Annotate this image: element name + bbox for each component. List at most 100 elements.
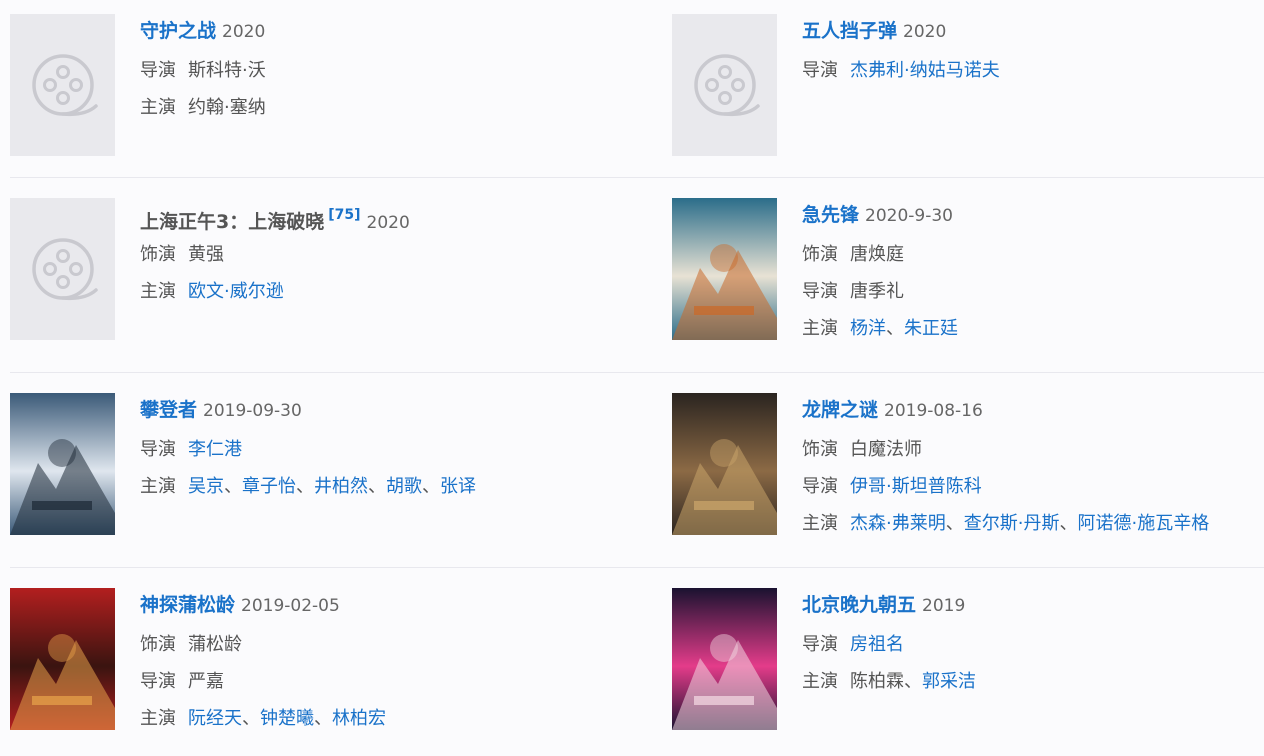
person-link[interactable]: 钟楚曦 [260, 708, 314, 729]
person-link[interactable]: 张译 [440, 476, 476, 497]
credit-label: 导演 [802, 634, 838, 655]
person-name: 蒲松龄 [188, 634, 242, 655]
poster-artwork [672, 588, 777, 730]
release-date: 2020 [903, 22, 947, 42]
person-link[interactable]: 伊哥·斯坦普陈科 [850, 476, 982, 497]
person-link[interactable]: 林柏宏 [332, 708, 386, 729]
person-link[interactable]: 吴京 [188, 476, 224, 497]
person-name: 陈柏霖 [850, 671, 904, 692]
credit-label: 导演 [802, 476, 838, 497]
credit-row: 导演 杰弗利·纳姑马诺夫 [802, 52, 1000, 89]
poster-artwork [672, 198, 777, 340]
credit-row: 主演 吴京、章子怡、井柏然、胡歌、张译 [140, 468, 476, 505]
movie-info: 北京晚九朝五 2019 导演 房祖名主演 陈柏霖、郭采洁 [802, 588, 976, 700]
person-link[interactable]: 阿诺德·施瓦辛格 [1077, 513, 1209, 534]
credit-label: 主演 [140, 281, 176, 302]
credit-label: 导演 [140, 671, 176, 692]
movie-poster[interactable] [672, 588, 777, 730]
title-spacer [802, 423, 1209, 431]
title-line: 神探蒲松龄 2019-02-05 [140, 592, 386, 618]
name-separator: 、 [314, 708, 332, 729]
person-link[interactable]: 井柏然 [314, 476, 368, 497]
person-link[interactable]: 杰森·弗莱明 [850, 513, 946, 534]
movie-poster[interactable] [672, 198, 777, 340]
title-line: 守护之战 2020 [140, 18, 266, 44]
release-date: 2020 [222, 22, 266, 42]
movie-poster[interactable] [10, 588, 115, 730]
person-link[interactable]: 章子怡 [242, 476, 296, 497]
name-separator: 、 [242, 708, 260, 729]
movie-poster[interactable] [10, 14, 115, 156]
credit-row: 主演 杰森·弗莱明、查尔斯·丹斯、阿诺德·施瓦辛格 [802, 505, 1209, 542]
person-link[interactable]: 杨洋 [850, 318, 886, 339]
credit-row: 导演 李仁港 [140, 431, 476, 468]
movie-title-link[interactable]: 北京晚九朝五 [802, 594, 916, 616]
title-spacer [802, 228, 958, 236]
person-name: 严嘉 [188, 671, 224, 692]
person-name: 黄强 [188, 244, 224, 265]
person-link[interactable]: 李仁港 [188, 439, 242, 460]
filmography-grid: 守护之战 2020 导演 斯科特·沃 主演 约翰·塞纳 五人挡子弹 2020 导演 杰弗利·纳姑… [0, 0, 1264, 756]
person-name: 斯科特·沃 [188, 60, 266, 81]
release-date: 2019 [922, 596, 966, 616]
citation-badge[interactable]: [75] [328, 207, 360, 223]
movie-info: 五人挡子弹 2020 导演 杰弗利·纳姑马诺夫 [802, 14, 1000, 89]
title-line: 上海正午3：上海破晓 [75] 2020 [140, 202, 410, 233]
movie-info: 神探蒲松龄 2019-02-05 饰演 蒲松龄 导演 严嘉 主演 阮经天、钟楚曦、林柏宏 [140, 588, 386, 737]
credit-row: 主演 杨洋、朱正廷 [802, 310, 958, 347]
release-date: 2020-9-30 [865, 206, 953, 226]
person-link[interactable]: 杰弗利·纳姑马诺夫 [850, 60, 1000, 81]
credit-label: 主演 [802, 318, 838, 339]
name-separator: 、 [224, 476, 242, 497]
person-name: 唐季礼 [850, 281, 904, 302]
movie-title-link[interactable]: 攀登者 [140, 399, 197, 421]
movie-poster[interactable] [672, 393, 777, 535]
credit-label: 主演 [140, 708, 176, 729]
poster-artwork [10, 588, 115, 730]
person-link[interactable]: 郭采洁 [922, 671, 976, 692]
person-link[interactable]: 阮经天 [188, 708, 242, 729]
credit-label: 饰演 [140, 634, 176, 655]
release-date: 2019-09-30 [203, 401, 302, 421]
film-reel-icon [672, 14, 777, 156]
movie-poster[interactable] [10, 393, 115, 535]
release-date: 2019-02-05 [241, 596, 340, 616]
person-name: 唐焕庭 [850, 244, 904, 265]
movie-title-link[interactable]: 守护之战 [140, 20, 216, 42]
title-line: 急先锋 2020-9-30 [802, 202, 958, 228]
movie-poster[interactable] [10, 198, 115, 340]
person-link[interactable]: 胡歌 [386, 476, 422, 497]
movie-title-link[interactable]: 五人挡子弹 [802, 20, 897, 42]
credit-label: 导演 [802, 281, 838, 302]
person-link[interactable]: 朱正廷 [904, 318, 958, 339]
title-line: 龙牌之谜 2019-08-16 [802, 397, 1209, 423]
credit-row: 导演 伊哥·斯坦普陈科 [802, 468, 1209, 505]
credit-label: 饰演 [140, 244, 176, 265]
credit-label: 主演 [140, 97, 176, 118]
person-link[interactable]: 查尔斯·丹斯 [964, 513, 1060, 534]
movie-poster[interactable] [672, 14, 777, 156]
credit-label: 饰演 [802, 439, 838, 460]
movie-title-link[interactable]: 上海正午3：上海破晓 [140, 211, 324, 233]
movie-info: 上海正午3：上海破晓 [75] 2020 饰演 黄强 主演 欧文·威尔逊 [140, 198, 410, 310]
person-name: 白魔法师 [850, 439, 922, 460]
credit-row: 主演 阮经天、钟楚曦、林柏宏 [140, 700, 386, 737]
credit-row: 饰演 白魔法师 [802, 431, 1209, 468]
movie-title-link[interactable]: 神探蒲松龄 [140, 594, 235, 616]
row-divider [10, 567, 1264, 568]
poster-artwork [672, 393, 777, 535]
title-spacer [140, 423, 476, 431]
movie-title-link[interactable]: 急先锋 [802, 204, 859, 226]
title-spacer [140, 44, 266, 52]
credit-label: 主演 [802, 671, 838, 692]
person-name: 约翰·塞纳 [188, 97, 266, 118]
person-link[interactable]: 房祖名 [850, 634, 904, 655]
credit-row: 饰演 唐焕庭 [802, 236, 958, 273]
film-reel-icon [10, 198, 115, 340]
credit-row: 主演 陈柏霖、郭采洁 [802, 663, 976, 700]
movie-title-link[interactable]: 龙牌之谜 [802, 399, 878, 421]
title-line: 攀登者 2019-09-30 [140, 397, 476, 423]
credit-label: 饰演 [802, 244, 838, 265]
title-spacer [802, 44, 1000, 52]
person-link[interactable]: 欧文·威尔逊 [188, 281, 284, 302]
